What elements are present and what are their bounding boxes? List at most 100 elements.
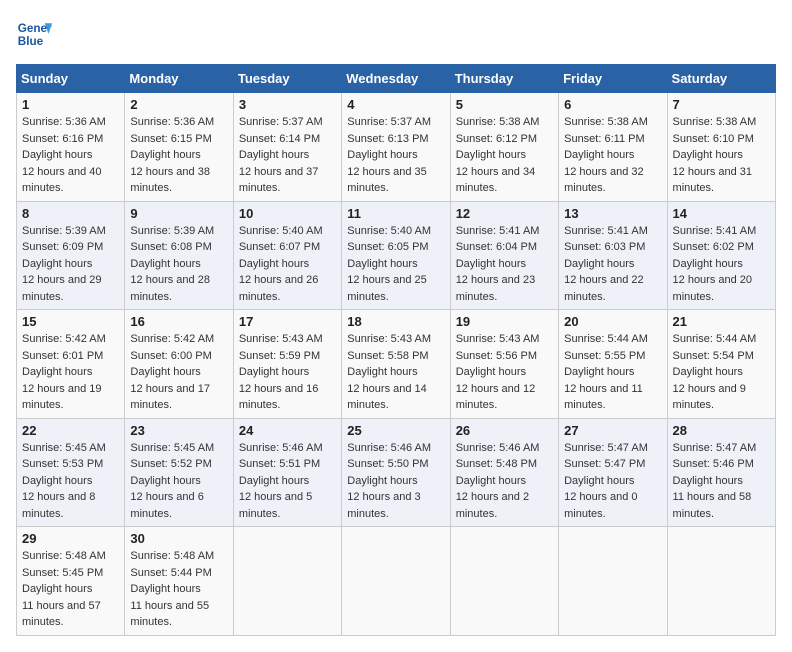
calendar-cell: 4Sunrise: 5:37 AMSunset: 6:13 PMDaylight… xyxy=(342,93,450,202)
day-info: Sunrise: 5:38 AMSunset: 6:11 PMDaylight … xyxy=(564,114,661,197)
calendar-cell: 15 Sunrise: 5:42 AMSunset: 6:01 PMDayligh… xyxy=(17,310,125,419)
calendar-cell: 21Sunrise: 5:44 AMSunset: 5:54 PMDayligh… xyxy=(667,310,775,419)
day-info: Sunrise: 5:48 AMSunset: 5:44 PMDaylight … xyxy=(130,548,227,631)
day-number: 25 xyxy=(347,423,444,438)
day-number: 23 xyxy=(130,423,227,438)
day-number: 14 xyxy=(673,206,770,221)
calendar-cell: 2 Sunrise: 5:36 AMSunset: 6:15 PMDaylight… xyxy=(125,93,233,202)
weekday-header-cell: Monday xyxy=(125,65,233,93)
day-number: 17 xyxy=(239,314,336,329)
day-info: Sunrise: 5:39 AMSunset: 6:09 PMDaylight … xyxy=(22,223,119,306)
calendar-cell: 27 Sunrise: 5:47 AMSunset: 5:47 PMDayligh… xyxy=(559,418,667,527)
calendar-cell: 23 Sunrise: 5:45 AMSunset: 5:52 PMDayligh… xyxy=(125,418,233,527)
calendar-cell: 8 Sunrise: 5:39 AMSunset: 6:09 PMDaylight… xyxy=(17,201,125,310)
day-info: Sunrise: 5:41 AMSunset: 6:03 PMDaylight … xyxy=(564,223,661,306)
calendar-cell: 24Sunrise: 5:46 AMSunset: 5:51 PMDayligh… xyxy=(233,418,341,527)
day-number: 16 xyxy=(130,314,227,329)
day-info: Sunrise: 5:41 AMSunset: 6:02 PMDaylight … xyxy=(673,223,770,306)
calendar-cell xyxy=(667,527,775,636)
calendar-cell: 18 Sunrise: 5:43 AMSunset: 5:58 PMDayligh… xyxy=(342,310,450,419)
calendar-cell xyxy=(450,527,558,636)
weekday-header-row: SundayMondayTuesdayWednesdayThursdayFrid… xyxy=(17,65,776,93)
day-info: Sunrise: 5:40 AMSunset: 6:07 PMDaylight … xyxy=(239,223,336,306)
calendar-cell: 17 Sunrise: 5:43 AMSunset: 5:59 PMDayligh… xyxy=(233,310,341,419)
calendar-week-row: 1 Sunrise: 5:36 AMSunset: 6:16 PMDaylight… xyxy=(17,93,776,202)
calendar-cell: 13 Sunrise: 5:41 AMSunset: 6:03 PMDayligh… xyxy=(559,201,667,310)
calendar-cell xyxy=(342,527,450,636)
page-header: General Blue xyxy=(16,16,776,52)
calendar-week-row: 29 Sunrise: 5:48 AMSunset: 5:45 PMDayligh… xyxy=(17,527,776,636)
calendar-cell: 14 Sunrise: 5:41 AMSunset: 6:02 PMDayligh… xyxy=(667,201,775,310)
calendar-cell: 19 Sunrise: 5:43 AMSunset: 5:56 PMDayligh… xyxy=(450,310,558,419)
day-number: 22 xyxy=(22,423,119,438)
day-number: 7 xyxy=(673,97,770,112)
day-number: 11 xyxy=(347,206,444,221)
day-info: Sunrise: 5:43 AMSunset: 5:58 PMDaylight … xyxy=(347,331,444,414)
calendar-table: SundayMondayTuesdayWednesdayThursdayFrid… xyxy=(16,64,776,636)
calendar-week-row: 22 Sunrise: 5:45 AMSunset: 5:53 PMDayligh… xyxy=(17,418,776,527)
calendar-cell xyxy=(559,527,667,636)
day-number: 29 xyxy=(22,531,119,546)
calendar-cell: 9 Sunrise: 5:39 AMSunset: 6:08 PMDaylight… xyxy=(125,201,233,310)
day-number: 24 xyxy=(239,423,336,438)
day-info: Sunrise: 5:45 AMSunset: 5:53 PMDaylight … xyxy=(22,440,119,523)
calendar-cell: 20Sunrise: 5:44 AMSunset: 5:55 PMDayligh… xyxy=(559,310,667,419)
calendar-cell: 3Sunrise: 5:37 AMSunset: 6:14 PMDaylight… xyxy=(233,93,341,202)
day-number: 3 xyxy=(239,97,336,112)
day-number: 28 xyxy=(673,423,770,438)
calendar-cell: 10 Sunrise: 5:40 AMSunset: 6:07 PMDayligh… xyxy=(233,201,341,310)
day-info: Sunrise: 5:42 AMSunset: 6:00 PMDaylight … xyxy=(130,331,227,414)
day-info: Sunrise: 5:40 AMSunset: 6:05 PMDaylight … xyxy=(347,223,444,306)
calendar-cell: 29 Sunrise: 5:48 AMSunset: 5:45 PMDayligh… xyxy=(17,527,125,636)
day-info: Sunrise: 5:36 AMSunset: 6:16 PMDaylight … xyxy=(22,114,119,197)
weekday-header-cell: Tuesday xyxy=(233,65,341,93)
calendar-cell: 5Sunrise: 5:38 AMSunset: 6:12 PMDaylight… xyxy=(450,93,558,202)
day-info: Sunrise: 5:43 AMSunset: 5:56 PMDaylight … xyxy=(456,331,553,414)
day-info: Sunrise: 5:43 AMSunset: 5:59 PMDaylight … xyxy=(239,331,336,414)
day-number: 5 xyxy=(456,97,553,112)
day-number: 30 xyxy=(130,531,227,546)
calendar-cell xyxy=(233,527,341,636)
calendar-cell: 7 Sunrise: 5:38 AMSunset: 6:10 PMDaylight… xyxy=(667,93,775,202)
day-info: Sunrise: 5:47 AMSunset: 5:47 PMDaylight … xyxy=(564,440,661,523)
logo-icon: General Blue xyxy=(16,16,52,52)
day-number: 15 xyxy=(22,314,119,329)
weekday-header-cell: Wednesday xyxy=(342,65,450,93)
weekday-header-cell: Thursday xyxy=(450,65,558,93)
calendar-cell: 12 Sunrise: 5:41 AMSunset: 6:04 PMDayligh… xyxy=(450,201,558,310)
day-number: 10 xyxy=(239,206,336,221)
calendar-cell: 16 Sunrise: 5:42 AMSunset: 6:00 PMDayligh… xyxy=(125,310,233,419)
day-info: Sunrise: 5:47 AMSunset: 5:46 PMDaylight … xyxy=(673,440,770,523)
day-info: Sunrise: 5:41 AMSunset: 6:04 PMDaylight … xyxy=(456,223,553,306)
weekday-header-cell: Saturday xyxy=(667,65,775,93)
day-number: 9 xyxy=(130,206,227,221)
weekday-header-cell: Sunday xyxy=(17,65,125,93)
calendar-cell: 30 Sunrise: 5:48 AMSunset: 5:44 PMDayligh… xyxy=(125,527,233,636)
logo: General Blue xyxy=(16,16,52,52)
day-number: 19 xyxy=(456,314,553,329)
calendar-cell: 6 Sunrise: 5:38 AMSunset: 6:11 PMDaylight… xyxy=(559,93,667,202)
day-number: 2 xyxy=(130,97,227,112)
day-number: 1 xyxy=(22,97,119,112)
day-info: Sunrise: 5:38 AMSunset: 6:10 PMDaylight … xyxy=(673,114,770,197)
calendar-cell: 28 Sunrise: 5:47 AMSunset: 5:46 PMDayligh… xyxy=(667,418,775,527)
day-info: Sunrise: 5:46 AMSunset: 5:48 PMDaylight … xyxy=(456,440,553,523)
day-number: 12 xyxy=(456,206,553,221)
day-number: 4 xyxy=(347,97,444,112)
day-info: Sunrise: 5:44 AMSunset: 5:55 PMDaylight … xyxy=(564,331,661,414)
day-info: Sunrise: 5:48 AMSunset: 5:45 PMDaylight … xyxy=(22,548,119,631)
calendar-cell: 26 Sunrise: 5:46 AMSunset: 5:48 PMDayligh… xyxy=(450,418,558,527)
day-number: 8 xyxy=(22,206,119,221)
day-info: Sunrise: 5:44 AMSunset: 5:54 PMDaylight … xyxy=(673,331,770,414)
day-number: 6 xyxy=(564,97,661,112)
day-info: Sunrise: 5:39 AMSunset: 6:08 PMDaylight … xyxy=(130,223,227,306)
day-number: 13 xyxy=(564,206,661,221)
day-info: Sunrise: 5:45 AMSunset: 5:52 PMDaylight … xyxy=(130,440,227,523)
day-number: 18 xyxy=(347,314,444,329)
day-info: Sunrise: 5:42 AMSunset: 6:01 PMDaylight … xyxy=(22,331,119,414)
day-info: Sunrise: 5:36 AMSunset: 6:15 PMDaylight … xyxy=(130,114,227,197)
day-number: 26 xyxy=(456,423,553,438)
weekday-header-cell: Friday xyxy=(559,65,667,93)
calendar-cell: 11 Sunrise: 5:40 AMSunset: 6:05 PMDayligh… xyxy=(342,201,450,310)
day-number: 27 xyxy=(564,423,661,438)
